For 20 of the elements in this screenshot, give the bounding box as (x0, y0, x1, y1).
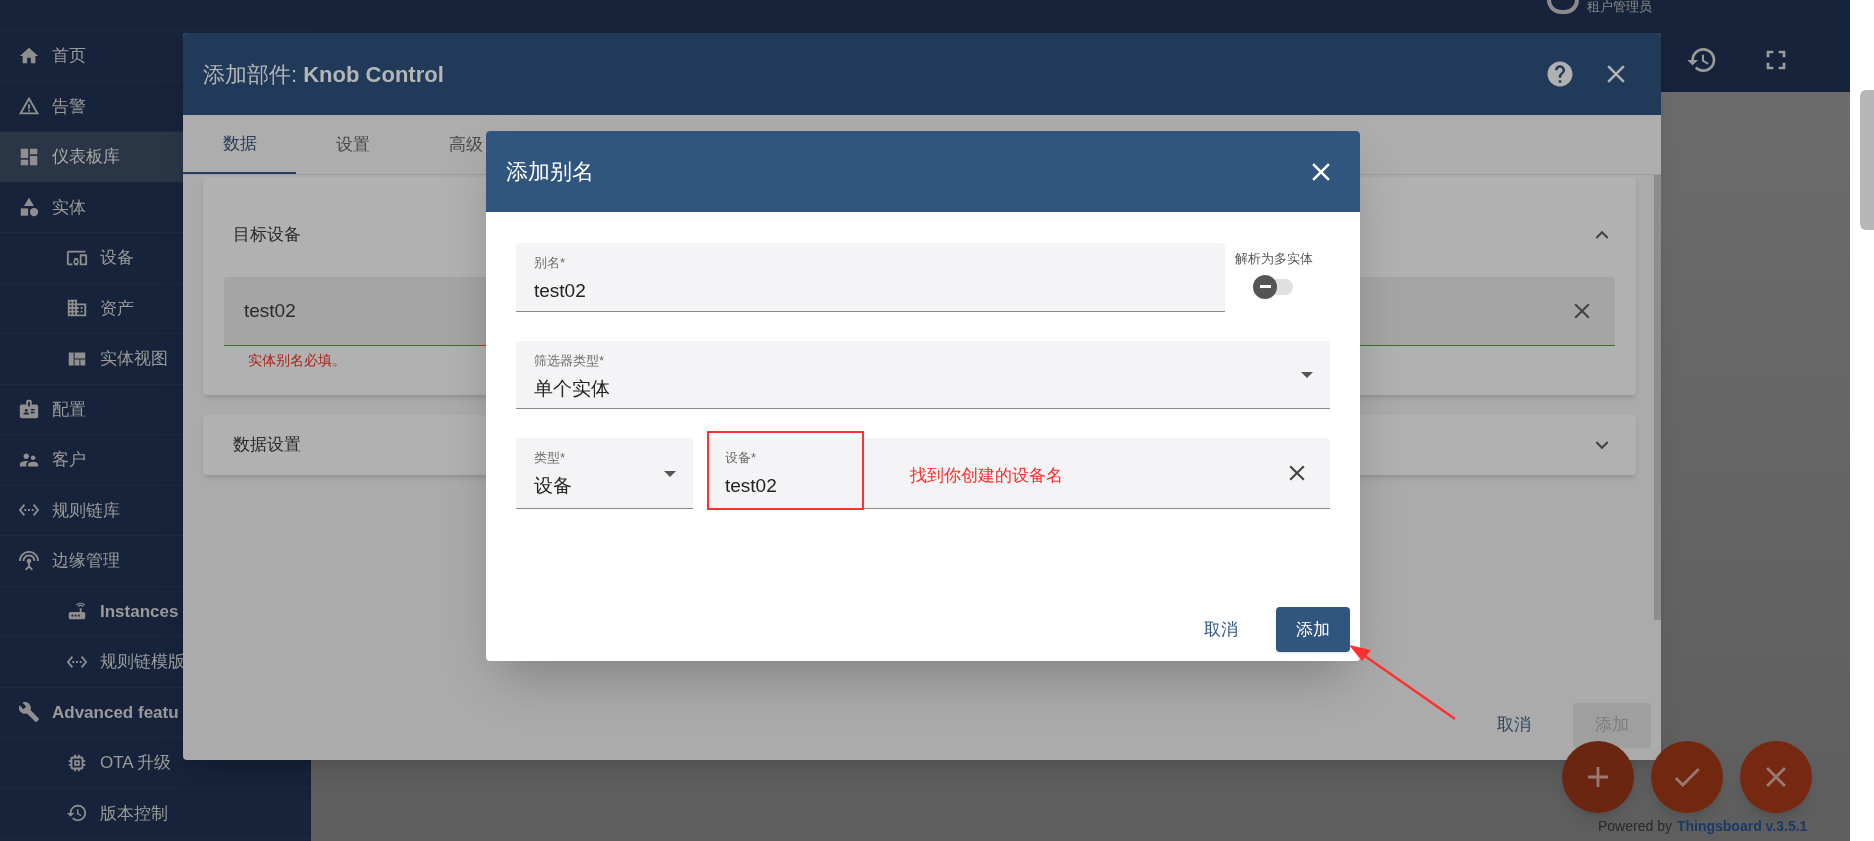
minus-icon (1259, 285, 1271, 288)
user-role: 租户管理员 (1587, 0, 1652, 14)
toggle-label: 解析为多实体 (1235, 250, 1313, 268)
dropdown-icon (664, 471, 676, 477)
dialog-title: 添加别名 (506, 158, 595, 186)
badge-icon (18, 398, 40, 421)
annotation-text: 找到你创建的设备名 (910, 465, 1063, 487)
add-button[interactable]: 添加 (1276, 607, 1350, 652)
alias-field[interactable]: 别名* test02 (516, 243, 1225, 312)
help-icon[interactable] (1545, 59, 1575, 89)
dropdown-icon (1301, 372, 1313, 378)
antenna-icon (18, 549, 40, 572)
tools-icon (18, 701, 40, 724)
tab[interactable]: 数据 (183, 115, 296, 174)
shapes-icon (18, 196, 40, 219)
cancel-button[interactable]: 取消 (1184, 607, 1258, 652)
entity-type-select[interactable]: 类型* 设备 (516, 438, 693, 509)
filter-type-select[interactable]: 筛选器类型* 单个实体 (516, 341, 1330, 409)
avatar-icon[interactable] (1547, 0, 1579, 14)
cancel-button[interactable]: 取消 (1475, 702, 1553, 748)
